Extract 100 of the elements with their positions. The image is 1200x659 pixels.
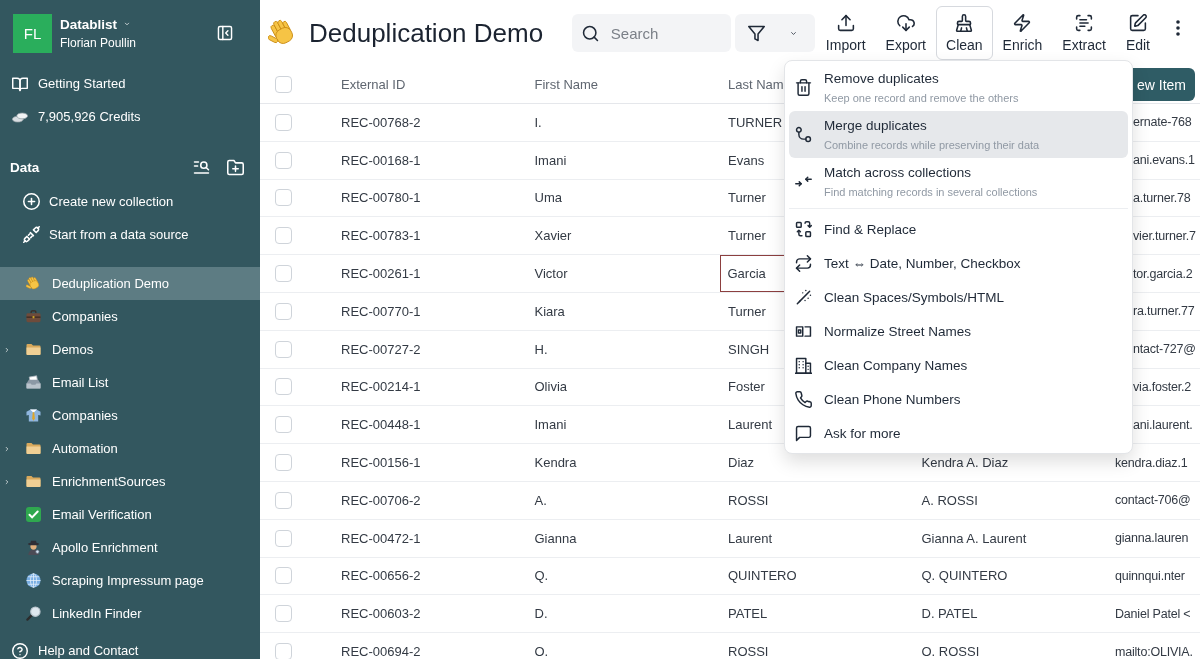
- sidebar-action[interactable]: Start from a data source: [0, 218, 260, 251]
- table-cell: REC-00706-2: [341, 492, 421, 508]
- table-cell: ra.turner.77: [1133, 304, 1195, 319]
- collection-item[interactable]: Companies: [0, 300, 260, 333]
- table-cell: O. ROSSI: [921, 644, 980, 659]
- collection-item[interactable]: Companies: [0, 399, 260, 432]
- pencil-square-icon: [1128, 14, 1147, 32]
- table-cell: QUINTERO: [728, 568, 797, 584]
- find-replace-icon: [795, 220, 812, 238]
- search-list-icon[interactable]: [193, 158, 210, 176]
- scan-text-icon: [1075, 14, 1094, 32]
- menu-item[interactable]: Remove duplicates Keep one record and remove the others: [789, 64, 1128, 111]
- table-cell: Uma: [534, 190, 562, 206]
- table-cell: REC-00727-2: [341, 341, 421, 357]
- table-cell: REC-00656-2: [341, 568, 421, 584]
- table-cell: tor.garcia.2: [1133, 266, 1193, 281]
- row-checkbox[interactable]: [274, 340, 292, 358]
- table-cell: A.: [534, 492, 547, 508]
- trash-icon: [795, 79, 812, 96]
- table-cell: ani.evans.1: [1133, 153, 1195, 168]
- row-checkbox[interactable]: [274, 416, 292, 434]
- table-cell: SINGH: [728, 341, 770, 357]
- cloud-download-icon: [896, 14, 915, 32]
- menu-item[interactable]: Ask for more: [789, 416, 1128, 450]
- sidebar-link[interactable]: Getting Started: [0, 67, 260, 100]
- column-header[interactable]: First Name: [534, 77, 599, 92]
- table-cell: REC-00214-1: [341, 379, 421, 395]
- menu-item[interactable]: Clean Spaces/Symbols/HTML: [789, 280, 1128, 314]
- table-cell: REC-00694-2: [341, 644, 421, 659]
- table-cell: Kendra A. Diaz: [921, 455, 1009, 471]
- table-cell: ntact-727@: [1133, 342, 1196, 357]
- menu-item[interactable]: Find & Replace: [789, 212, 1128, 246]
- menu-item[interactable]: Clean Company Names: [789, 348, 1128, 382]
- table-cell: D.: [534, 606, 548, 622]
- table-cell: mailto:OLIVIA.: [1115, 644, 1193, 659]
- funnel-icon: [747, 24, 765, 42]
- table-cell: Laurent: [728, 530, 773, 546]
- workspace-name[interactable]: Datablist: [60, 16, 117, 32]
- collection-item[interactable]: Email List: [0, 366, 260, 399]
- toolbar-button[interactable]: Clean: [936, 6, 993, 60]
- table-cell: REC-00472-1: [341, 530, 421, 546]
- collection-item[interactable]: Deduplication Demo: [0, 267, 260, 300]
- table-cell: a.turner.78: [1133, 191, 1191, 205]
- row-checkbox[interactable]: [274, 302, 292, 320]
- row-checkbox[interactable]: [274, 454, 292, 472]
- row-checkbox[interactable]: [274, 151, 292, 169]
- table-cell: REC-00448-1: [341, 417, 421, 433]
- collection-item[interactable]: Demos: [0, 333, 260, 366]
- menu-item-description: Find matching records in several collections: [824, 184, 1038, 200]
- sidebar-link[interactable]: 7,905,926 Credits: [0, 100, 260, 133]
- table-cell: REC-00156-1: [341, 455, 421, 471]
- row-checkbox[interactable]: [274, 491, 292, 509]
- lightning-icon: [1013, 14, 1032, 32]
- sidebar-action[interactable]: Create new collection: [0, 185, 260, 218]
- collection-item[interactable]: LinkedIn Finder: [0, 597, 260, 630]
- row-checkbox[interactable]: [274, 605, 292, 623]
- menu-item[interactable]: Match across collections Find matching records in several collections: [789, 158, 1128, 205]
- select-all-checkbox[interactable]: [274, 76, 292, 93]
- row-checkbox[interactable]: [274, 567, 292, 585]
- table-cell: Gianna: [534, 530, 577, 546]
- globe-icon: [26, 573, 41, 588]
- folder-icon: [26, 474, 41, 489]
- table-cell: H.: [534, 341, 548, 357]
- row-checkbox[interactable]: [274, 378, 292, 396]
- collection-item[interactable]: Apollo Enrichment: [0, 531, 260, 564]
- table-cell: A. ROSSI: [921, 492, 978, 508]
- help-link[interactable]: Help and Contact: [0, 634, 260, 659]
- row-checkbox[interactable]: [274, 529, 292, 547]
- table-cell: REC-00780-1: [341, 190, 421, 206]
- filter-button[interactable]: [734, 14, 815, 52]
- plug-icon: [23, 226, 40, 243]
- row-checkbox[interactable]: [274, 227, 292, 245]
- menu-item[interactable]: Text ⇔ Date, Number, Checkbox: [789, 246, 1128, 280]
- table-cell: REC-00768-2: [341, 114, 421, 130]
- table-cell: Kiara: [534, 303, 565, 319]
- column-header[interactable]: External ID: [341, 77, 406, 92]
- column-header[interactable]: Last Nam: [728, 77, 784, 92]
- menu-item-description: Combine records while preserving their data: [824, 137, 1040, 153]
- table-cell: Laurent: [728, 417, 773, 433]
- row-checkbox[interactable]: [274, 643, 292, 659]
- row-checkbox[interactable]: [274, 113, 292, 131]
- row-checkbox[interactable]: [274, 265, 292, 283]
- folder-plus-icon[interactable]: [227, 158, 244, 176]
- menu-item[interactable]: Merge duplicates Combine records while preserving their data: [789, 111, 1128, 158]
- collapse-sidebar-icon[interactable]: [217, 25, 233, 41]
- collection-item[interactable]: Automation: [0, 432, 260, 465]
- upload-icon: [836, 14, 855, 32]
- new-item-button[interactable]: ew Item: [1133, 68, 1195, 101]
- table-cell: REC-00783-1: [341, 228, 421, 244]
- collection-item[interactable]: EnrichmentSources: [0, 465, 260, 498]
- collection-item[interactable]: Scraping Impressum page: [0, 564, 260, 597]
- table-cell: TURNER: [728, 114, 783, 130]
- search-field[interactable]: Search: [571, 14, 731, 52]
- inbox-tray-icon: [26, 375, 41, 390]
- search-icon: [581, 24, 599, 42]
- collection-item[interactable]: Email Verification: [0, 498, 260, 531]
- menu-item[interactable]: Normalize Street Names: [789, 314, 1128, 348]
- table-cell: Gianna A. Laurent: [921, 530, 1027, 546]
- row-checkbox[interactable]: [274, 189, 292, 207]
- menu-item[interactable]: Clean Phone Numbers: [789, 382, 1128, 416]
